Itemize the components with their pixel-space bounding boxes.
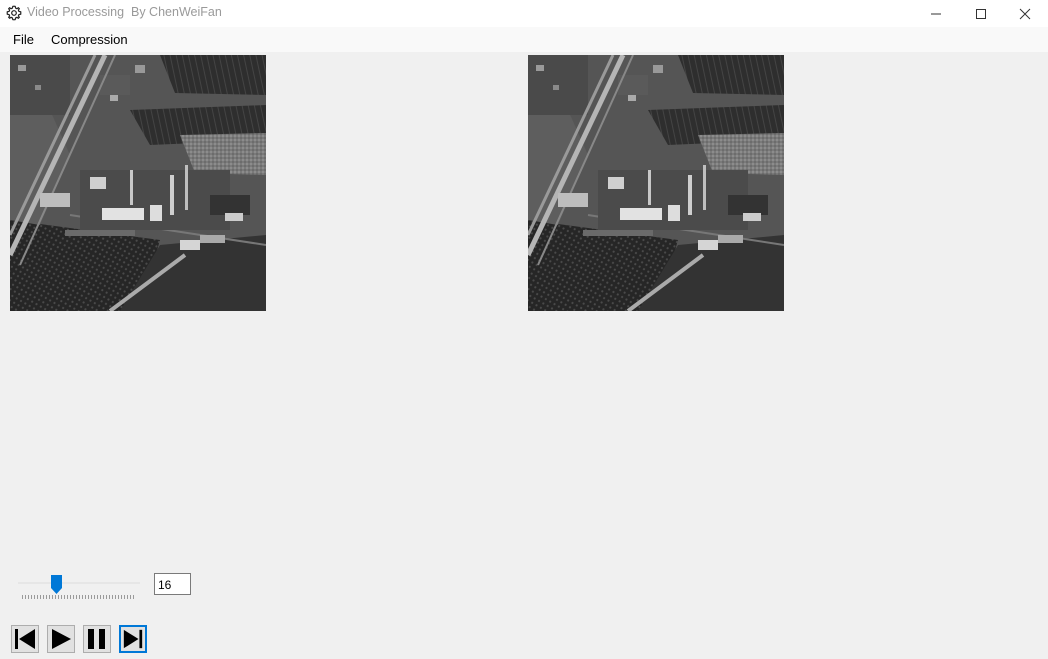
pause-icon — [85, 627, 109, 651]
minimize-icon — [930, 8, 942, 20]
slider-track — [18, 582, 140, 584]
slider-thumb[interactable] — [51, 575, 63, 594]
menu-bar: File Compression — [0, 27, 1048, 52]
frame-number-field[interactable] — [154, 573, 191, 595]
skip-to-end-icon — [122, 628, 144, 650]
window-title: Video Processing By ChenWeiFan — [27, 5, 222, 19]
title-bar: Video Processing By ChenWeiFan — [0, 0, 1048, 27]
close-icon — [1019, 8, 1031, 20]
skip-to-end-button[interactable] — [119, 625, 147, 653]
slider-ticks — [22, 595, 136, 599]
skip-to-start-button[interactable] — [11, 625, 39, 653]
frame-slider[interactable] — [16, 574, 142, 600]
play-icon — [49, 627, 73, 651]
gear-icon — [6, 5, 22, 21]
maximize-icon — [975, 8, 987, 20]
processed-frame-image — [528, 55, 784, 311]
pause-button[interactable] — [83, 625, 111, 653]
original-frame-image — [10, 55, 266, 311]
menu-compression[interactable]: Compression — [51, 32, 128, 47]
menu-file[interactable]: File — [13, 32, 34, 47]
play-button[interactable] — [47, 625, 75, 653]
skip-to-start-icon — [13, 627, 37, 651]
maximize-button[interactable] — [958, 0, 1004, 27]
minimize-button[interactable] — [913, 0, 959, 27]
close-button[interactable] — [1002, 0, 1048, 27]
